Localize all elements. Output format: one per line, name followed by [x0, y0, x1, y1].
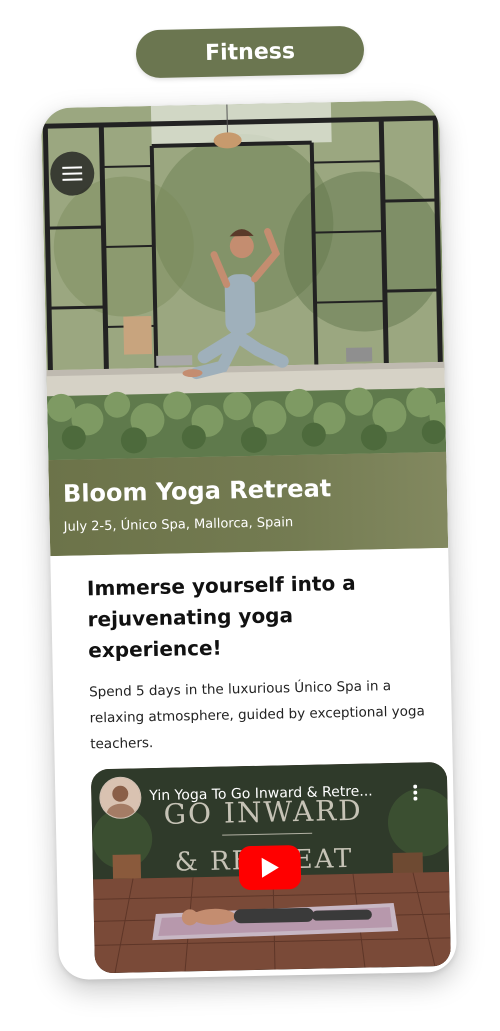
- phone-frame: Bloom Yoga Retreat July 2-5, Único Spa, …: [40, 99, 458, 981]
- hamburger-menu-icon: [62, 166, 83, 181]
- avatar-image: [99, 777, 141, 820]
- video-embed[interactable]: GO INWARD & RETREAT Yin Yoga To Go Inwar…: [90, 761, 451, 974]
- play-button[interactable]: [238, 844, 302, 891]
- event-title: Bloom Yoga Retreat: [62, 474, 332, 508]
- play-icon: [261, 857, 279, 878]
- category-pill: Fitness: [135, 25, 365, 79]
- more-vertical-icon[interactable]: [407, 780, 423, 804]
- content-description: Spend 5 days in the luxurious Único Spa …: [88, 678, 425, 753]
- page: Fitness Bloom Yoga Retreat July 2-5, Úni…: [0, 0, 500, 1031]
- more-dots-glyph: [413, 784, 418, 801]
- hero-image: Bloom Yoga Retreat July 2-5, Único Spa, …: [40, 99, 449, 557]
- content-headline: Immerse yourself into a rejuvenating yog…: [86, 570, 356, 663]
- category-label: Fitness: [204, 38, 296, 66]
